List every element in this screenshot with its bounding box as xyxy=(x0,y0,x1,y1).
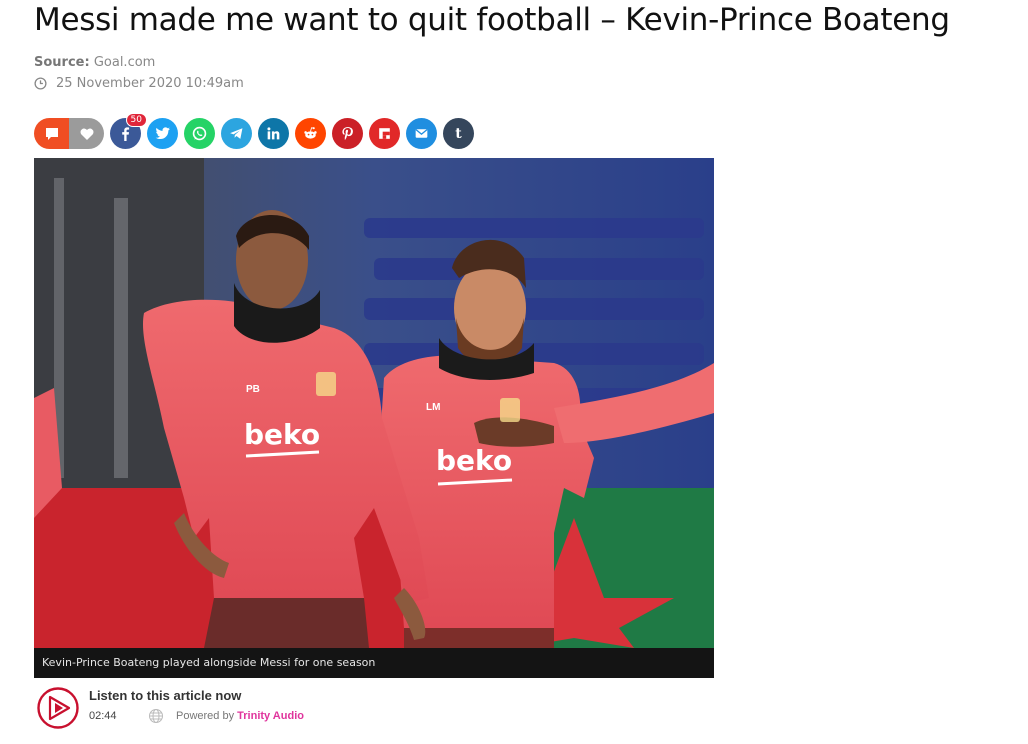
powered-by-label: Powered by xyxy=(176,710,235,722)
facebook-share-button[interactable]: 50 xyxy=(110,113,147,149)
like-button[interactable] xyxy=(69,118,104,149)
twitter-share-button[interactable] xyxy=(147,118,178,149)
email-share-button[interactable] xyxy=(406,118,437,149)
trinity-audio-link[interactable]: Trinity Audio xyxy=(237,710,304,722)
article-source: Source: Goal.com xyxy=(34,55,155,70)
audio-player: Listen to this article now 02:44 Powered… xyxy=(36,686,436,736)
email-icon xyxy=(415,129,428,138)
pinterest-share-button[interactable] xyxy=(332,118,363,149)
comment-button[interactable] xyxy=(34,118,69,149)
linkedin-icon xyxy=(267,127,280,140)
tumblr-icon: t xyxy=(455,125,462,142)
shirt-initials-right: LM xyxy=(426,402,440,413)
reddit-icon xyxy=(304,127,317,139)
shirt-sponsor-left: beko xyxy=(244,418,320,451)
article-date: 25 November 2020 10:49am xyxy=(56,76,244,91)
play-button[interactable] xyxy=(36,686,80,730)
reddit-share-button[interactable] xyxy=(295,118,326,149)
article-title: Messi made me want to quit football – Ke… xyxy=(34,2,950,38)
whatsapp-share-button[interactable] xyxy=(184,118,215,149)
globe-icon[interactable] xyxy=(148,708,164,724)
facebook-count-badge: 50 xyxy=(125,113,147,127)
source-value: Goal.com xyxy=(93,55,156,70)
linkedin-share-button[interactable] xyxy=(258,118,289,149)
listen-label: Listen to this article now xyxy=(89,688,242,703)
article-image: PB LM beko beko xyxy=(34,158,714,648)
tumblr-share-button[interactable]: t xyxy=(443,118,474,149)
source-label: Source: xyxy=(34,55,90,70)
telegram-share-button[interactable] xyxy=(221,118,252,149)
comment-icon xyxy=(45,127,58,140)
facebook-icon xyxy=(122,127,130,141)
audio-duration: 02:44 xyxy=(89,710,117,722)
flipboard-icon xyxy=(379,128,390,139)
reaction-pill xyxy=(34,118,104,149)
article-date-row: 25 November 2020 10:49am xyxy=(34,76,244,91)
share-bar: 50 t xyxy=(34,113,480,149)
pinterest-icon xyxy=(342,127,353,140)
heart-icon xyxy=(80,128,93,140)
powered-by: Powered by Trinity Audio xyxy=(176,710,304,722)
flipboard-share-button[interactable] xyxy=(369,118,400,149)
telegram-icon xyxy=(230,128,243,139)
twitter-icon xyxy=(155,127,170,140)
shirt-initials-left: PB xyxy=(246,384,260,395)
clock-icon xyxy=(34,77,47,90)
image-caption: Kevin-Prince Boateng played alongside Me… xyxy=(34,648,714,678)
shirt-sponsor-right: beko xyxy=(436,444,512,477)
whatsapp-icon xyxy=(192,126,207,141)
